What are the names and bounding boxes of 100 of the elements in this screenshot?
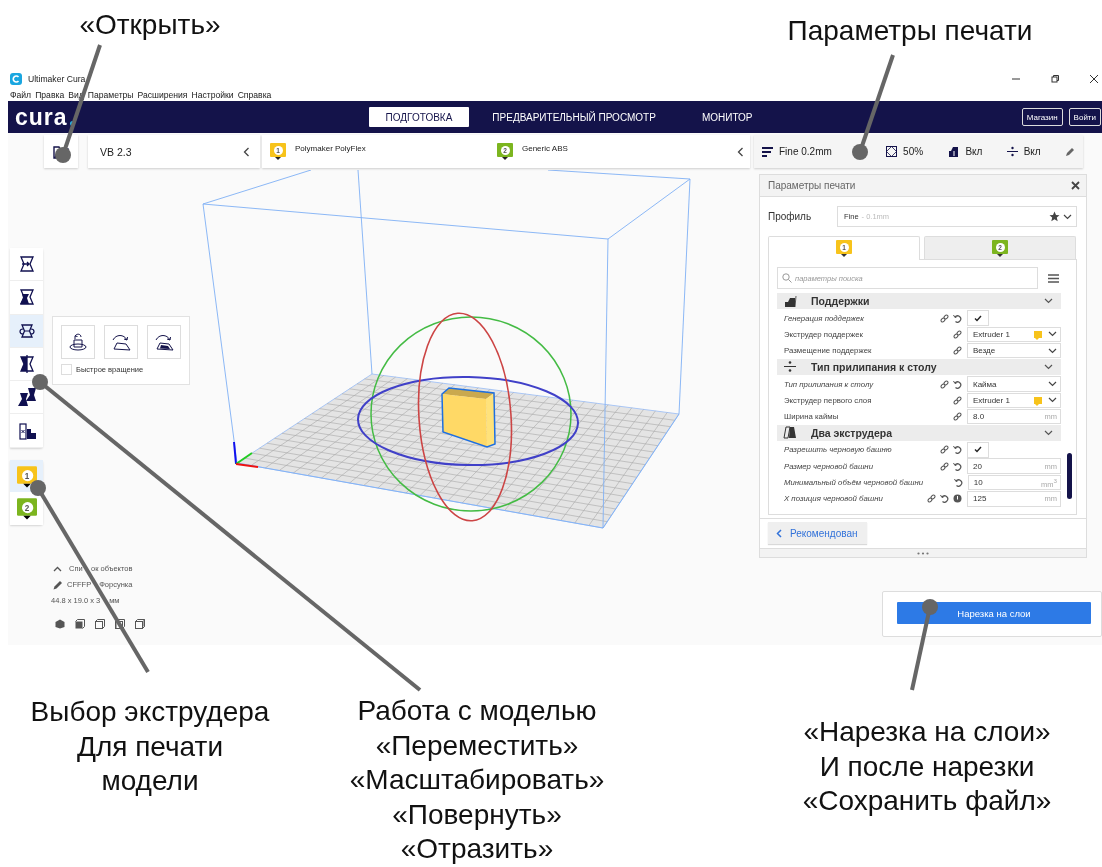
rotation-ring[interactable] xyxy=(417,312,513,522)
extruder-button[interactable]: 2 xyxy=(10,492,43,525)
chevron-up-icon[interactable] xyxy=(53,565,62,572)
menu-icon[interactable] xyxy=(1048,273,1059,283)
app-icon xyxy=(10,73,22,85)
star-icon[interactable] xyxy=(1049,211,1060,222)
menu-item[interactable]: Правка xyxy=(35,89,65,100)
profile-icon xyxy=(762,146,773,157)
header-button[interactable]: Магазин xyxy=(1021,108,1063,126)
stage-tab[interactable]: ПОДГОТОВКА xyxy=(368,107,470,127)
category-icon xyxy=(783,294,797,308)
reset-icon[interactable] xyxy=(953,445,962,455)
printer-name: VB 2.3 xyxy=(100,145,132,158)
tool-button[interactable] xyxy=(10,381,43,415)
tool-button[interactable] xyxy=(10,281,43,315)
adhesion-icon xyxy=(1006,146,1018,157)
link-icon[interactable] xyxy=(940,461,949,471)
restore-icon[interactable] xyxy=(1049,74,1060,84)
chevron-left-icon[interactable] xyxy=(737,146,744,157)
material-name: Generic ABS xyxy=(522,144,568,153)
check-icon xyxy=(974,314,982,322)
axis-indicator xyxy=(233,441,259,468)
tool-button[interactable] xyxy=(10,314,43,348)
rotation-ring[interactable] xyxy=(357,376,579,466)
model-settings-icon xyxy=(16,387,37,408)
reset-rotation-button[interactable] xyxy=(61,325,95,359)
link-icon[interactable] xyxy=(953,395,962,405)
model-drawing[interactable] xyxy=(441,387,496,448)
warning-icon[interactable] xyxy=(953,494,962,504)
link-icon[interactable] xyxy=(940,379,949,389)
category-header[interactable]: Поддержки xyxy=(777,293,1061,309)
window-title: Ultimaker Cura xyxy=(28,74,86,84)
annotation-text: Параметры печати xyxy=(786,14,1034,48)
material-name: Polymaker PolyFlex xyxy=(295,144,366,153)
rotation-ring[interactable] xyxy=(370,316,572,512)
view-left-icon[interactable] xyxy=(115,618,125,629)
menu-item[interactable]: Расширения xyxy=(137,89,188,100)
annotation-text: «Открыть» xyxy=(78,8,222,42)
checkbox[interactable] xyxy=(967,310,989,326)
logo: cura xyxy=(15,105,68,129)
tool-button[interactable] xyxy=(10,414,43,448)
category-icon xyxy=(783,360,797,374)
category-header[interactable]: Тип прилипания к столу xyxy=(777,358,1061,375)
chevron-left-icon xyxy=(776,528,782,538)
infill-value: 50% xyxy=(903,146,924,157)
view-right-icon[interactable] xyxy=(135,618,145,629)
chevron-down-icon[interactable] xyxy=(1063,213,1072,220)
menu-item[interactable]: Справка xyxy=(237,89,272,100)
reset-icon[interactable] xyxy=(953,478,963,487)
lay-flat-button[interactable] xyxy=(104,325,138,359)
undo-arrow-icon xyxy=(67,331,89,353)
drag-handle-icon[interactable] xyxy=(917,551,929,555)
reset-icon[interactable] xyxy=(953,313,962,323)
menu-item[interactable]: Файл xyxy=(10,89,32,100)
dropdown[interactable]: Extruder 1 xyxy=(967,392,1061,409)
slice-button[interactable]: Нарезка на слои xyxy=(897,602,1091,624)
recommended-button[interactable]: Рекомендован xyxy=(768,522,868,544)
chevron-down-icon xyxy=(1044,298,1053,304)
menu-item[interactable]: Настройки xyxy=(191,89,234,100)
link-icon[interactable] xyxy=(953,412,962,422)
edit-icon[interactable] xyxy=(1065,146,1075,157)
view-top-icon[interactable] xyxy=(95,618,105,629)
annotation-text: Выбор экструдера Для печати модели xyxy=(29,695,271,798)
annotation-text: Работа с моделью «Переместить» «Масштабировать» «Повернуть» «Отразить» xyxy=(348,694,606,866)
reset-icon[interactable] xyxy=(940,494,949,504)
close-icon[interactable] xyxy=(1089,74,1099,84)
link-icon[interactable] xyxy=(953,346,962,356)
header-button[interactable]: Войти xyxy=(1068,108,1101,126)
support-blocker-icon xyxy=(16,420,37,441)
view-front-icon[interactable] xyxy=(75,618,85,629)
checkbox[interactable] xyxy=(61,364,72,375)
link-icon[interactable] xyxy=(927,494,936,504)
view-3d-icon[interactable] xyxy=(55,618,65,629)
stage-tab[interactable]: ПРЕДВАРИТЕЛЬНЫЙ ПРОСМОТР xyxy=(469,107,679,127)
align-face-button[interactable] xyxy=(147,325,181,359)
search-icon xyxy=(782,273,792,283)
stage-tab[interactable]: МОНИТОР xyxy=(678,107,776,127)
link-icon[interactable] xyxy=(953,329,962,339)
link-icon[interactable] xyxy=(940,313,949,323)
field-label: Профиль xyxy=(768,211,813,222)
panel-title: Параметры печати xyxy=(768,180,856,191)
chevron-left-icon[interactable] xyxy=(243,146,250,157)
checkbox[interactable] xyxy=(967,442,989,458)
adhesion-value: Вкл xyxy=(1023,146,1041,157)
tool-button[interactable] xyxy=(10,248,43,282)
reset-icon[interactable] xyxy=(953,379,962,389)
reset-icon[interactable] xyxy=(953,461,962,471)
close-icon[interactable] xyxy=(1071,181,1080,190)
dropdown[interactable]: Везде xyxy=(967,343,1061,359)
pencil-icon[interactable] xyxy=(53,579,63,590)
category-icon xyxy=(783,426,797,440)
support-value: Вкл xyxy=(965,146,983,157)
scrollbar-thumb xyxy=(1067,453,1072,499)
link-icon[interactable] xyxy=(940,445,949,455)
dropdown[interactable]: Кайма xyxy=(967,376,1061,392)
menu-item[interactable]: Параметры xyxy=(87,89,134,100)
category-header[interactable]: Два экструдера xyxy=(777,424,1061,441)
infill-icon xyxy=(886,146,898,157)
support-icon xyxy=(947,146,960,157)
dropdown[interactable]: Extruder 1 xyxy=(967,326,1061,343)
